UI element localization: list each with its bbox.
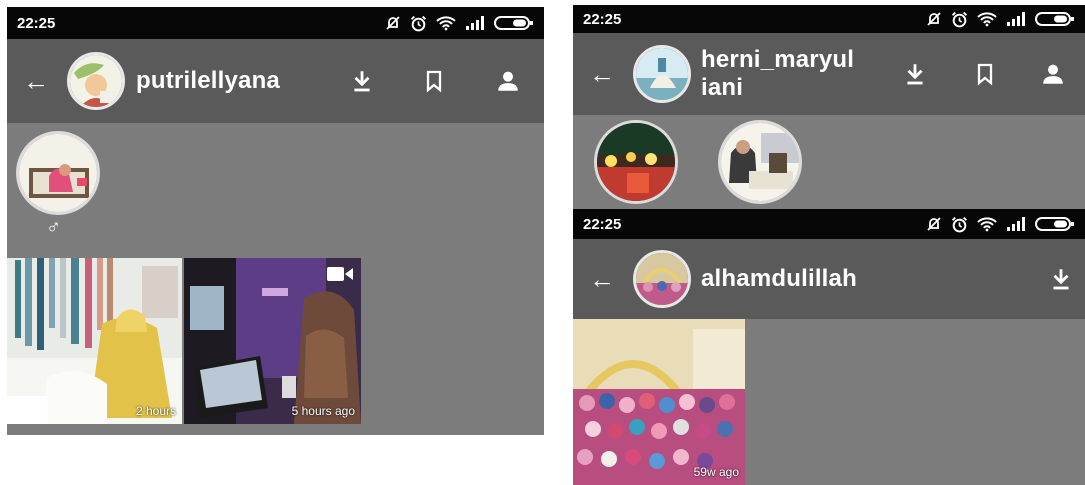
- wifi-icon: [977, 12, 997, 27]
- username: herni_maryul: [701, 46, 855, 73]
- app-bar: ← alhamdulillah: [573, 239, 1085, 319]
- story-highlight[interactable]: [16, 131, 100, 215]
- post-thumbnail[interactable]: 2 hours: [7, 258, 182, 424]
- status-time: 22:25: [583, 215, 622, 233]
- profile-icon[interactable]: [1033, 54, 1073, 94]
- bookmark-icon[interactable]: [414, 61, 454, 101]
- mute-icon: [927, 12, 941, 26]
- mute-icon: [927, 217, 941, 231]
- avatar[interactable]: [633, 250, 691, 308]
- battery-icon: [494, 16, 533, 30]
- signal-icon: [1007, 12, 1025, 26]
- wifi-icon: [436, 16, 456, 31]
- app-bar: ← herni_maryul iani: [573, 33, 1085, 115]
- story-badge: ♂: [46, 216, 61, 238]
- video-icon: [327, 266, 353, 287]
- wifi-icon: [977, 217, 997, 232]
- download-icon[interactable]: [342, 61, 382, 101]
- profile-icon[interactable]: [488, 61, 528, 101]
- avatar[interactable]: [67, 52, 125, 110]
- battery-icon: [1035, 217, 1074, 231]
- username: putrilellyana: [136, 67, 280, 94]
- post-thumbnail[interactable]: 59w ago: [573, 319, 745, 485]
- story-highlight[interactable]: [718, 120, 802, 204]
- content-area: ♂ 2 hours 5 hours ago: [7, 123, 544, 435]
- status-time: 22:25: [17, 14, 56, 32]
- battery-icon: [1035, 12, 1074, 26]
- post-timestamp: 2 hours: [135, 404, 176, 418]
- alarm-icon: [410, 15, 427, 31]
- alarm-icon: [951, 216, 968, 232]
- mute-icon: [386, 16, 400, 30]
- signal-icon: [466, 16, 484, 30]
- username-continued: iani: [701, 74, 744, 101]
- post-thumbnail[interactable]: 5 hours ago: [184, 258, 361, 424]
- post-timestamp: 59w ago: [693, 465, 739, 479]
- back-arrow-icon[interactable]: ←: [587, 61, 617, 87]
- status-time: 22:25: [583, 10, 622, 28]
- status-bar: 22:25: [573, 5, 1085, 33]
- back-arrow-icon[interactable]: ←: [21, 68, 51, 94]
- left-screenshot: 22:25 ← putrilellyana ♂ 2 hours 5 hours …: [7, 7, 544, 435]
- back-arrow-icon[interactable]: ←: [587, 266, 617, 292]
- username: alhamdulillah: [701, 265, 857, 292]
- right-top-screenshot: 22:25 ← herni_maryul iani: [573, 5, 1085, 212]
- story-highlight[interactable]: [594, 120, 678, 204]
- app-bar: ← putrilellyana: [7, 39, 544, 123]
- avatar[interactable]: [633, 45, 691, 103]
- status-bar: 22:25: [573, 209, 1085, 239]
- download-icon[interactable]: [1041, 259, 1081, 299]
- post-timestamp: 5 hours ago: [291, 404, 355, 418]
- status-bar: 22:25: [7, 7, 544, 39]
- alarm-icon: [951, 11, 968, 27]
- content-area: 59w ago: [573, 319, 1085, 485]
- bookmark-icon[interactable]: [965, 54, 1005, 94]
- signal-icon: [1007, 217, 1025, 231]
- content-area: [573, 115, 1085, 212]
- download-icon[interactable]: [895, 54, 935, 94]
- right-bottom-screenshot: 22:25 ← alhamdulillah 59w ago: [573, 209, 1085, 485]
